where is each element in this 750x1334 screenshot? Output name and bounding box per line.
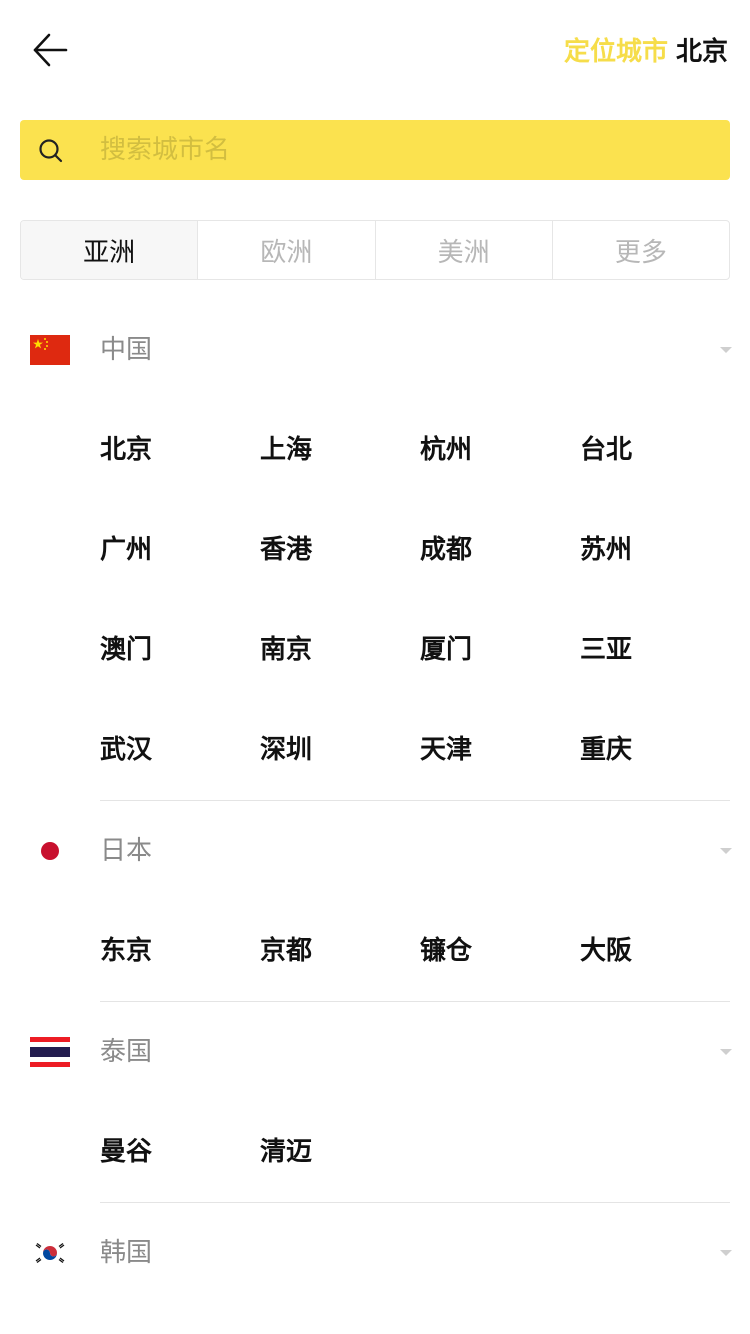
city-item[interactable]: 苏州 [580,500,740,600]
country-section-japan: 日本 东京 京都 镰仓 大阪 [0,801,750,1002]
tab-more[interactable]: 更多 [551,221,729,279]
country-header-japan[interactable]: 日本 [0,801,750,901]
city-item[interactable]: 清迈 [260,1102,420,1202]
back-button[interactable] [30,30,72,72]
city-item[interactable]: 上海 [260,400,420,500]
expand-caret-icon [720,848,732,854]
korea-flag-icon [30,1238,70,1268]
country-list: 中国 北京 上海 杭州 台北 广州 香港 成都 苏州 澳门 南京 厦门 三亚 武… [0,300,750,1303]
city-grid-japan: 东京 京都 镰仓 大阪 [100,901,740,1001]
search-bar[interactable] [20,120,730,180]
location-city: 北京 [675,37,728,67]
city-item[interactable]: 天津 [420,700,580,800]
city-item[interactable]: 澳门 [100,600,260,700]
city-item[interactable]: 京都 [260,901,420,1001]
expand-caret-icon [720,1049,732,1055]
city-item[interactable]: 香港 [260,500,420,600]
city-item[interactable]: 重庆 [580,700,740,800]
city-item[interactable]: 三亚 [580,600,740,700]
city-item[interactable]: 台北 [580,400,740,500]
search-icon [39,139,63,163]
thailand-flag-icon [30,1037,70,1067]
city-item[interactable]: 曼谷 [100,1102,260,1202]
city-item[interactable]: 杭州 [420,400,580,500]
city-item[interactable]: 大阪 [580,901,740,1001]
back-arrow-icon [33,33,68,67]
search-input[interactable] [100,120,700,180]
tab-europe[interactable]: 欧洲 [197,221,374,279]
city-item[interactable]: 深圳 [260,700,420,800]
city-grid-thailand: 曼谷 清迈 [100,1102,740,1202]
japan-flag-icon [30,836,70,866]
city-grid-china: 北京 上海 杭州 台北 广州 香港 成都 苏州 澳门 南京 厦门 三亚 武汉 深… [100,400,740,800]
continent-tabs: 亚洲 欧洲 美洲 更多 [20,220,730,280]
city-item[interactable]: 南京 [260,600,420,700]
city-item[interactable]: 厦门 [420,600,580,700]
country-header-thailand[interactable]: 泰国 [0,1002,750,1102]
location-indicator[interactable]: 定位城市 北京 [564,32,728,72]
country-name-korea: 韩国 [100,1238,153,1268]
country-section-china: 中国 北京 上海 杭州 台北 广州 香港 成都 苏州 澳门 南京 厦门 三亚 武… [0,300,750,801]
city-item[interactable]: 武汉 [100,700,260,800]
city-item[interactable]: 镰仓 [420,901,580,1001]
expand-caret-icon [720,347,732,353]
city-item[interactable]: 东京 [100,901,260,1001]
country-name-japan: 日本 [100,836,153,866]
city-item[interactable]: 北京 [100,400,260,500]
country-name-china: 中国 [100,335,153,365]
city-item[interactable]: 广州 [100,500,260,600]
country-section-thailand: 泰国 曼谷 清迈 [0,1002,750,1203]
tab-americas[interactable]: 美洲 [374,221,552,279]
city-item[interactable]: 成都 [420,500,580,600]
china-flag-icon [30,335,70,365]
country-name-thailand: 泰国 [100,1037,153,1067]
tab-asia[interactable]: 亚洲 [21,221,198,279]
expand-caret-icon [720,1250,732,1256]
country-section-korea: 韩国 [0,1203,750,1303]
location-label: 定位城市 [563,37,668,67]
country-header-korea[interactable]: 韩国 [0,1203,750,1303]
country-header-china[interactable]: 中国 [0,300,750,400]
